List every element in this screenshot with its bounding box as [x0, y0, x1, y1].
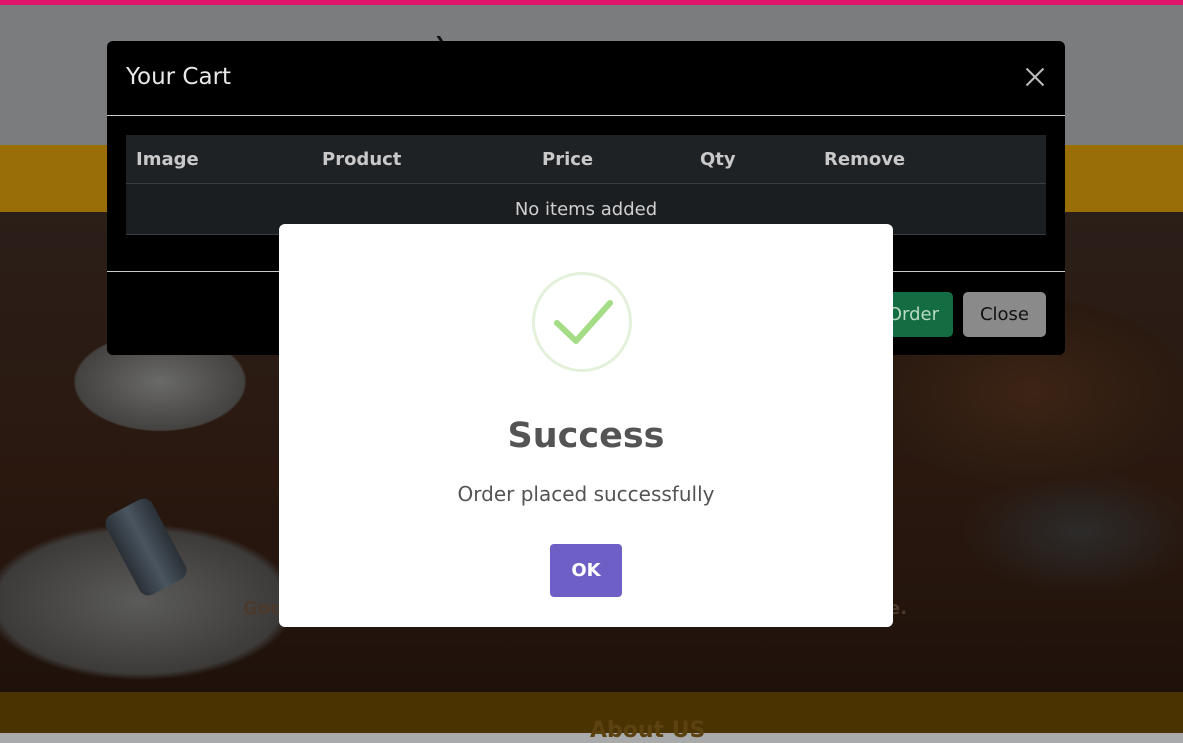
- about-section: About US: [0, 692, 1183, 743]
- cart-table: Image Product Price Qty Remove No items …: [126, 135, 1046, 235]
- cart-table-header-row: Image Product Price Qty Remove: [126, 135, 1046, 184]
- cart-modal-header: Your Cart: [107, 41, 1065, 116]
- column-header-image: Image: [126, 135, 312, 184]
- check-icon: [554, 300, 613, 344]
- spoon-shape: [101, 495, 191, 599]
- success-icon-ring: [532, 272, 632, 372]
- column-header-qty: Qty: [690, 135, 814, 184]
- success-alert: Success Order placed successfully OK: [279, 224, 893, 627]
- alert-message: Order placed successfully: [457, 482, 715, 506]
- about-heading: About US: [590, 718, 706, 743]
- alert-title: Success: [507, 416, 665, 456]
- column-header-price: Price: [532, 135, 690, 184]
- close-icon[interactable]: [1023, 65, 1047, 89]
- column-header-remove: Remove: [814, 135, 1046, 184]
- column-header-product: Product: [312, 135, 532, 184]
- close-button[interactable]: Close: [963, 292, 1046, 337]
- hero-text-left: Goo: [243, 598, 283, 619]
- ok-button[interactable]: OK: [550, 544, 622, 597]
- cart-title: Your Cart: [126, 64, 232, 90]
